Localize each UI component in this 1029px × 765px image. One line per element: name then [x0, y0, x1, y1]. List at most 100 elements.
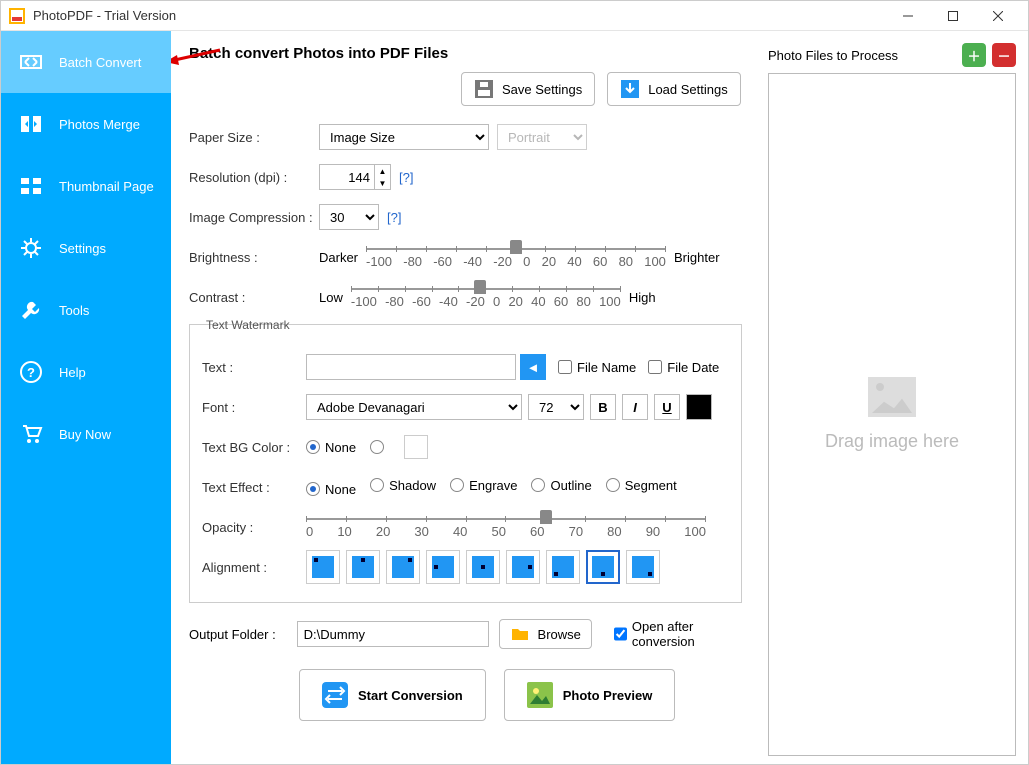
compression-help[interactable]: [?] — [387, 210, 401, 225]
sidebar-item-label: Settings — [59, 241, 106, 256]
spin-down[interactable]: ▼ — [374, 177, 390, 189]
alignment-option-4[interactable] — [466, 550, 500, 584]
window-title: PhotoPDF - Trial Version — [33, 8, 885, 23]
drop-zone[interactable]: Drag image here — [768, 73, 1016, 756]
wm-fontsize-select[interactable]: 72 — [528, 394, 584, 420]
save-icon — [474, 79, 494, 99]
folder-icon — [510, 624, 530, 644]
wm-opacity-label: Opacity : — [202, 520, 306, 535]
resolution-input[interactable] — [320, 165, 374, 189]
alignment-option-8[interactable] — [626, 550, 660, 584]
brightness-label: Brightness : — [189, 250, 319, 265]
bgcolor-swatch[interactable] — [404, 435, 428, 459]
output-folder-label: Output Folder : — [189, 627, 287, 642]
sidebar-item-label: Tools — [59, 303, 89, 318]
wm-text-input[interactable] — [306, 354, 516, 380]
cart-icon — [19, 422, 43, 446]
sidebar-item-batch-convert[interactable]: Batch Convert — [1, 31, 171, 93]
font-color-swatch[interactable] — [686, 394, 712, 420]
underline-button[interactable]: U — [654, 394, 680, 420]
button-label: Save Settings — [502, 82, 582, 97]
sidebar-item-tools[interactable]: Tools — [1, 279, 171, 341]
alignment-option-5[interactable] — [506, 550, 540, 584]
resolution-stepper[interactable]: ▲▼ — [319, 164, 391, 190]
placeholder-image-icon — [868, 377, 916, 417]
convert-icon — [322, 682, 348, 708]
effect-radio-segment[interactable]: Segment — [606, 478, 677, 493]
alignment-option-0[interactable] — [306, 550, 340, 584]
resolution-help[interactable]: [?] — [399, 170, 413, 185]
wm-effect-row: Text Effect : None Shadow Engrave Outline Se… — [202, 470, 729, 504]
contrast-label: Contrast : — [189, 290, 319, 305]
spin-up[interactable]: ▲ — [374, 165, 390, 177]
alignment-option-1[interactable] — [346, 550, 380, 584]
resolution-label: Resolution (dpi) : — [189, 170, 319, 185]
alignment-option-2[interactable] — [386, 550, 420, 584]
save-settings-button[interactable]: Save Settings — [461, 72, 595, 106]
wm-effect-label: Text Effect : — [202, 480, 306, 495]
sidebar-item-settings[interactable]: Settings — [1, 217, 171, 279]
add-file-button[interactable]: ＋ — [962, 43, 986, 67]
sidebar-item-photos-merge[interactable]: Photos Merge — [1, 93, 171, 155]
close-button[interactable] — [975, 2, 1020, 30]
alignment-option-7[interactable] — [586, 550, 620, 584]
effect-radio-engrave[interactable]: Engrave — [450, 478, 517, 493]
titlebar: PhotoPDF - Trial Version — [1, 1, 1028, 31]
wm-filename-check[interactable]: File Name — [558, 360, 636, 375]
open-after-check[interactable]: Open after conversion — [614, 619, 742, 649]
italic-button[interactable]: I — [622, 394, 648, 420]
wm-alignment-label: Alignment : — [202, 560, 306, 575]
contrast-slider[interactable]: -100-80-60-40-20020406080100 — [351, 282, 621, 312]
sidebar-item-label: Batch Convert — [59, 55, 141, 70]
svg-text:?: ? — [27, 365, 35, 380]
app-icon — [9, 8, 25, 24]
remove-file-button[interactable]: － — [992, 43, 1016, 67]
sidebar-item-help[interactable]: ? Help — [1, 341, 171, 403]
bgcolor-none-radio[interactable]: None — [306, 440, 356, 455]
compression-label: Image Compression : — [189, 210, 319, 225]
main-panel: Batch convert Photos into PDF Files Save… — [171, 31, 760, 764]
maximize-button[interactable] — [930, 2, 975, 30]
annotation-arrow — [171, 47, 225, 67]
brightness-ticks: -100-80-60-40-20020406080100 — [366, 254, 666, 269]
contrast-ticks: -100-80-60-40-20020406080100 — [351, 294, 621, 309]
brightness-slider[interactable]: -100-80-60-40-20020406080100 — [366, 242, 666, 272]
page-title: Batch convert Photos into PDF Files — [189, 45, 742, 62]
brightness-max-label: Brighter — [674, 250, 720, 265]
files-panel-title: Photo Files to Process — [768, 48, 956, 63]
load-settings-button[interactable]: Load Settings — [607, 72, 741, 106]
wm-text-label: Text : — [202, 360, 306, 375]
effect-radio-none[interactable]: None — [306, 482, 356, 497]
watermark-group: Text Watermark Text : ◄ File Name File D… — [189, 324, 742, 603]
contrast-min-label: Low — [319, 290, 343, 305]
effect-radio-outline[interactable]: Outline — [531, 478, 591, 493]
paper-size-select[interactable]: Image Size — [319, 124, 489, 150]
wm-filedate-check[interactable]: File Date — [648, 360, 719, 375]
preview-icon — [527, 682, 553, 708]
opacity-slider[interactable]: 0102030405060708090100 — [306, 512, 706, 542]
alignment-option-3[interactable] — [426, 550, 460, 584]
batch-convert-icon — [19, 50, 43, 74]
browse-button[interactable]: Browse — [499, 619, 592, 649]
contrast-max-label: High — [629, 290, 656, 305]
paper-size-label: Paper Size : — [189, 130, 319, 145]
bgcolor-color-radio[interactable] — [370, 440, 384, 454]
output-folder-input[interactable] — [297, 621, 489, 647]
photo-preview-button[interactable]: Photo Preview — [504, 669, 676, 721]
photos-merge-icon — [19, 112, 43, 136]
sidebar-item-label: Photos Merge — [59, 117, 140, 132]
help-icon: ? — [19, 360, 43, 384]
sidebar-item-buy-now[interactable]: Buy Now — [1, 403, 171, 465]
start-conversion-button[interactable]: Start Conversion — [299, 669, 486, 721]
alignment-option-6[interactable] — [546, 550, 580, 584]
wm-insert-button[interactable]: ◄ — [520, 354, 546, 380]
sidebar-item-label: Buy Now — [59, 427, 111, 442]
minimize-button[interactable] — [885, 2, 930, 30]
sidebar-item-label: Thumbnail Page — [59, 179, 154, 194]
compression-select[interactable]: 30 — [319, 204, 379, 230]
sidebar-item-thumbnail-page[interactable]: Thumbnail Page — [1, 155, 171, 217]
effect-radio-shadow[interactable]: Shadow — [370, 478, 436, 493]
wm-font-select[interactable]: Adobe Devanagari — [306, 394, 522, 420]
wm-bgcolor-label: Text BG Color : — [202, 440, 306, 455]
bold-button[interactable]: B — [590, 394, 616, 420]
